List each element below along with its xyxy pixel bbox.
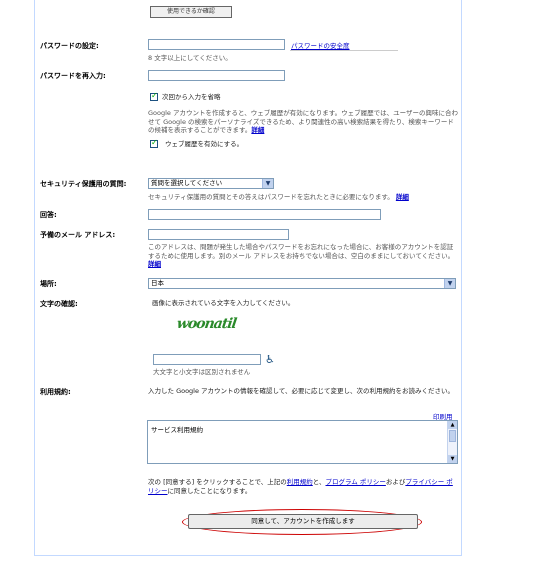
terms-intro: 入力した Google アカウントの情報を確認して、必要に応じて変更し、次の利用… — [148, 387, 455, 395]
scroll-thumb[interactable] — [449, 430, 456, 442]
terms-box-title: サービス利用規約 — [151, 426, 203, 434]
recovery-email-label: 予備のメール アドレス: — [40, 231, 116, 239]
password-confirm-label: パスワードを再入力: — [40, 72, 106, 80]
web-history-details-link[interactable]: 詳細 — [251, 126, 264, 134]
security-question-details-link[interactable]: 詳細 — [396, 193, 409, 201]
web-history-description: Google アカウントを作成すると、ウェブ履歴が有効になります。ウェブ履歴では… — [148, 109, 458, 134]
scroll-down-icon[interactable]: ▼ — [448, 455, 457, 463]
answer-input[interactable] — [148, 209, 381, 220]
captcha-label: 文字の確認: — [40, 300, 78, 308]
password-strength-link[interactable]: パスワードの安全度 — [291, 40, 350, 50]
security-question-label: セキュリティ保護用の質問: — [40, 180, 127, 188]
terms-agreement: 次の [同意する] をクリックすることで、上記の利用規約と、プログラム ポリシー… — [148, 478, 453, 495]
accessibility-icon[interactable]: ♿ — [265, 353, 275, 366]
location-value: 日本 — [151, 279, 164, 287]
password-hint: 8 文字以上にしてください。 — [148, 54, 232, 62]
captcha-input[interactable] — [153, 354, 261, 365]
password-input[interactable] — [148, 39, 285, 50]
captcha-image: woonatil — [175, 316, 238, 332]
chevron-down-icon: ▼ — [444, 279, 455, 288]
terms-label: 利用規約: — [40, 388, 71, 396]
web-history-checkbox-label: ウェブ履歴を有効にする。 — [165, 140, 244, 148]
password-confirm-input[interactable] — [148, 70, 285, 81]
tos-link[interactable]: 利用規約 — [287, 478, 313, 486]
location-select[interactable]: 日本 ▼ — [148, 278, 456, 289]
program-policy-link[interactable]: プログラム ポリシー — [326, 478, 386, 486]
recovery-email-hint: このアドレスは、問題が発生した場合やパスワードをお忘れになった場合に、お客様のア… — [148, 243, 455, 268]
chevron-down-icon: ▼ — [262, 179, 273, 188]
captcha-case-hint: 大文字と小文字は区別されません — [153, 368, 251, 376]
create-account-label: 同意して、アカウントを作成します — [251, 517, 355, 525]
security-question-hint: セキュリティ保護用の質問とその答えはパスワードを忘れたときに必要になります。 詳… — [148, 193, 409, 201]
create-account-button[interactable]: 同意して、アカウントを作成します — [188, 514, 418, 529]
password-label: パスワードの設定: — [40, 42, 99, 50]
captcha-instruction: 画像に表示されている文字を入力してください。 — [152, 299, 295, 307]
scroll-up-icon[interactable]: ▲ — [448, 421, 457, 429]
strength-meter — [290, 50, 398, 51]
terms-box[interactable]: サービス利用規約 ▲ ▼ — [147, 420, 458, 464]
answer-label: 回答: — [40, 211, 57, 219]
security-question-value: 質問を選択してください — [151, 179, 223, 187]
remember-label: 次回から入力を省略 — [162, 93, 221, 101]
check-availability-button[interactable]: 使用できるか確認 — [150, 6, 232, 18]
web-history-checkbox[interactable] — [150, 138, 158, 148]
check-availability-label: 使用できるか確認 — [167, 8, 215, 15]
recovery-email-details-link[interactable]: 詳細 — [148, 260, 161, 268]
remember-checkbox[interactable] — [150, 91, 158, 101]
security-question-select[interactable]: 質問を選択してください ▼ — [148, 178, 274, 189]
location-label: 場所: — [40, 280, 57, 288]
recovery-email-input[interactable] — [148, 229, 289, 240]
terms-scrollbar[interactable]: ▲ ▼ — [447, 421, 457, 463]
